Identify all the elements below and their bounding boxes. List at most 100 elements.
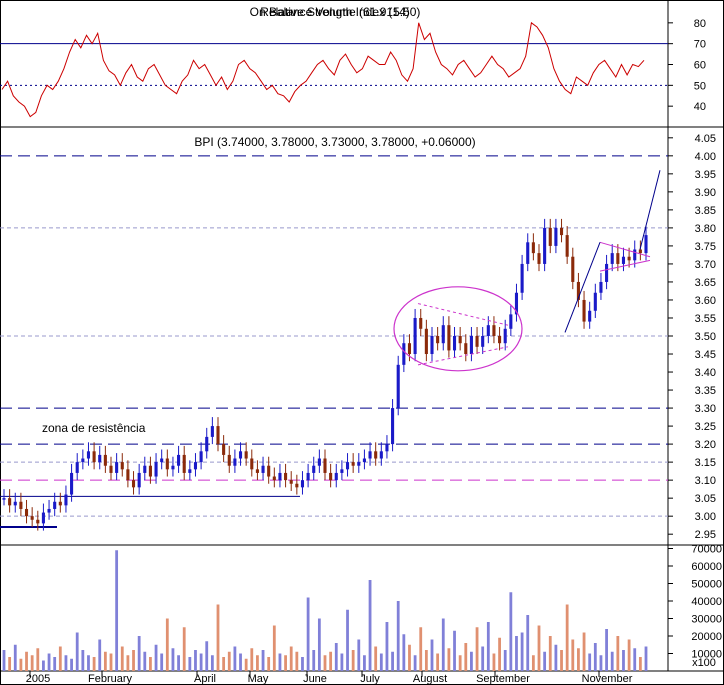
chart-frame	[0, 0, 724, 685]
price-tick-label: 3.50	[695, 331, 716, 343]
price-candle	[464, 343, 468, 355]
price-candle	[396, 364, 400, 409]
price-candle	[205, 436, 209, 452]
price-candle	[554, 227, 558, 246]
price-candle	[486, 325, 490, 336]
volume-bar	[379, 653, 383, 671]
price-candle	[345, 462, 350, 470]
rsi-tick-label: 60	[694, 60, 706, 72]
price-candle	[120, 462, 124, 470]
volume-bar	[143, 651, 147, 671]
volume-bar	[210, 655, 214, 671]
price-candle	[171, 465, 175, 470]
volume-bar	[543, 651, 547, 671]
x-tick-label: July	[360, 673, 380, 685]
volume-bar	[509, 592, 513, 671]
volume-bar	[70, 658, 73, 671]
volume-bar	[272, 625, 276, 671]
volume-bar	[278, 653, 282, 671]
price-tick-label: 3.20	[695, 439, 716, 451]
volume-bar	[374, 646, 378, 671]
volume-bar	[81, 650, 85, 671]
volume-bar	[295, 651, 299, 671]
x-tick-label: April	[194, 673, 216, 685]
volume-bar	[154, 644, 158, 671]
price-tick-label: 2.95	[695, 529, 716, 541]
price-candle	[103, 454, 107, 466]
volume-bar	[165, 618, 169, 671]
price-candle	[300, 480, 305, 488]
volume-bar	[605, 629, 608, 671]
x-tick-label: September	[476, 673, 530, 685]
volume-bar	[436, 653, 440, 671]
volume-bar	[329, 651, 333, 671]
price-candle	[92, 451, 96, 463]
price-candle	[402, 343, 406, 365]
price-candle	[582, 299, 586, 322]
price-candle	[559, 227, 564, 236]
volume-tick-label: 40000	[691, 596, 722, 608]
price-candle	[621, 256, 626, 264]
price-tick-label: 3.10	[695, 475, 716, 487]
volume-bar	[13, 644, 17, 671]
price-candle	[498, 336, 502, 344]
volume-bar	[492, 653, 496, 671]
price-candle	[571, 256, 575, 282]
volume-bar	[408, 644, 411, 671]
price-candle	[605, 263, 609, 282]
price-candle	[633, 249, 637, 261]
rsi-tick-label: 40	[694, 101, 706, 113]
volume-bar	[42, 660, 45, 671]
volume-bar	[593, 643, 597, 671]
price-tick-label: 3.00	[695, 511, 716, 523]
volume-bar	[582, 632, 586, 671]
volume-tick-label: 60000	[691, 561, 722, 573]
volume-tick-label: 20000	[691, 631, 722, 643]
price-candle	[53, 501, 57, 509]
volume-bar	[644, 646, 648, 671]
volume-tick-label: 50000	[691, 579, 722, 591]
price-candle	[492, 325, 496, 336]
price-candle	[98, 454, 102, 463]
volume-bar	[441, 618, 445, 671]
price-candle	[340, 469, 344, 473]
volume-bar	[638, 657, 642, 671]
price-candle	[458, 336, 462, 344]
volume-bar	[481, 646, 485, 671]
price-tick-label: 3.85	[695, 205, 716, 217]
price-candle	[419, 317, 423, 329]
price-tick-label: 3.15	[695, 457, 716, 469]
volume-bar	[199, 653, 203, 671]
volume-bar	[554, 644, 558, 671]
price-candle	[227, 454, 231, 466]
volume-bar	[75, 632, 79, 671]
volume-bar	[458, 655, 462, 671]
price-candle	[36, 519, 40, 524]
rsi-title: Relative Strength Index (14)	[260, 5, 409, 19]
price-candle	[548, 227, 552, 246]
chart-svg: 4050607080On Balance Volume (61.915.50)R…	[0, 0, 724, 685]
volume-bar	[577, 648, 580, 671]
volume-bar	[36, 648, 40, 671]
volume-bar	[115, 550, 119, 671]
volume-bar	[419, 627, 423, 671]
rsi-tick-label: 70	[694, 39, 706, 51]
price-candle	[424, 328, 428, 355]
price-candle	[81, 458, 85, 463]
price-candle	[323, 458, 327, 473]
volume-bar	[616, 636, 620, 671]
price-candle	[165, 458, 169, 470]
volume-bar	[8, 657, 12, 671]
price-candle	[588, 310, 592, 322]
rsi-tick-label: 50	[694, 80, 706, 92]
volume-bar	[340, 653, 344, 671]
price-candle	[565, 235, 569, 257]
price-candle	[210, 426, 214, 437]
price-tick-label: 3.90	[695, 187, 716, 199]
price-candle	[19, 501, 23, 509]
price-candle	[368, 451, 372, 459]
volume-bar	[357, 639, 361, 671]
price-candle	[75, 462, 79, 473]
price-tick-label: 3.75	[695, 241, 716, 253]
price-candle	[593, 292, 597, 311]
